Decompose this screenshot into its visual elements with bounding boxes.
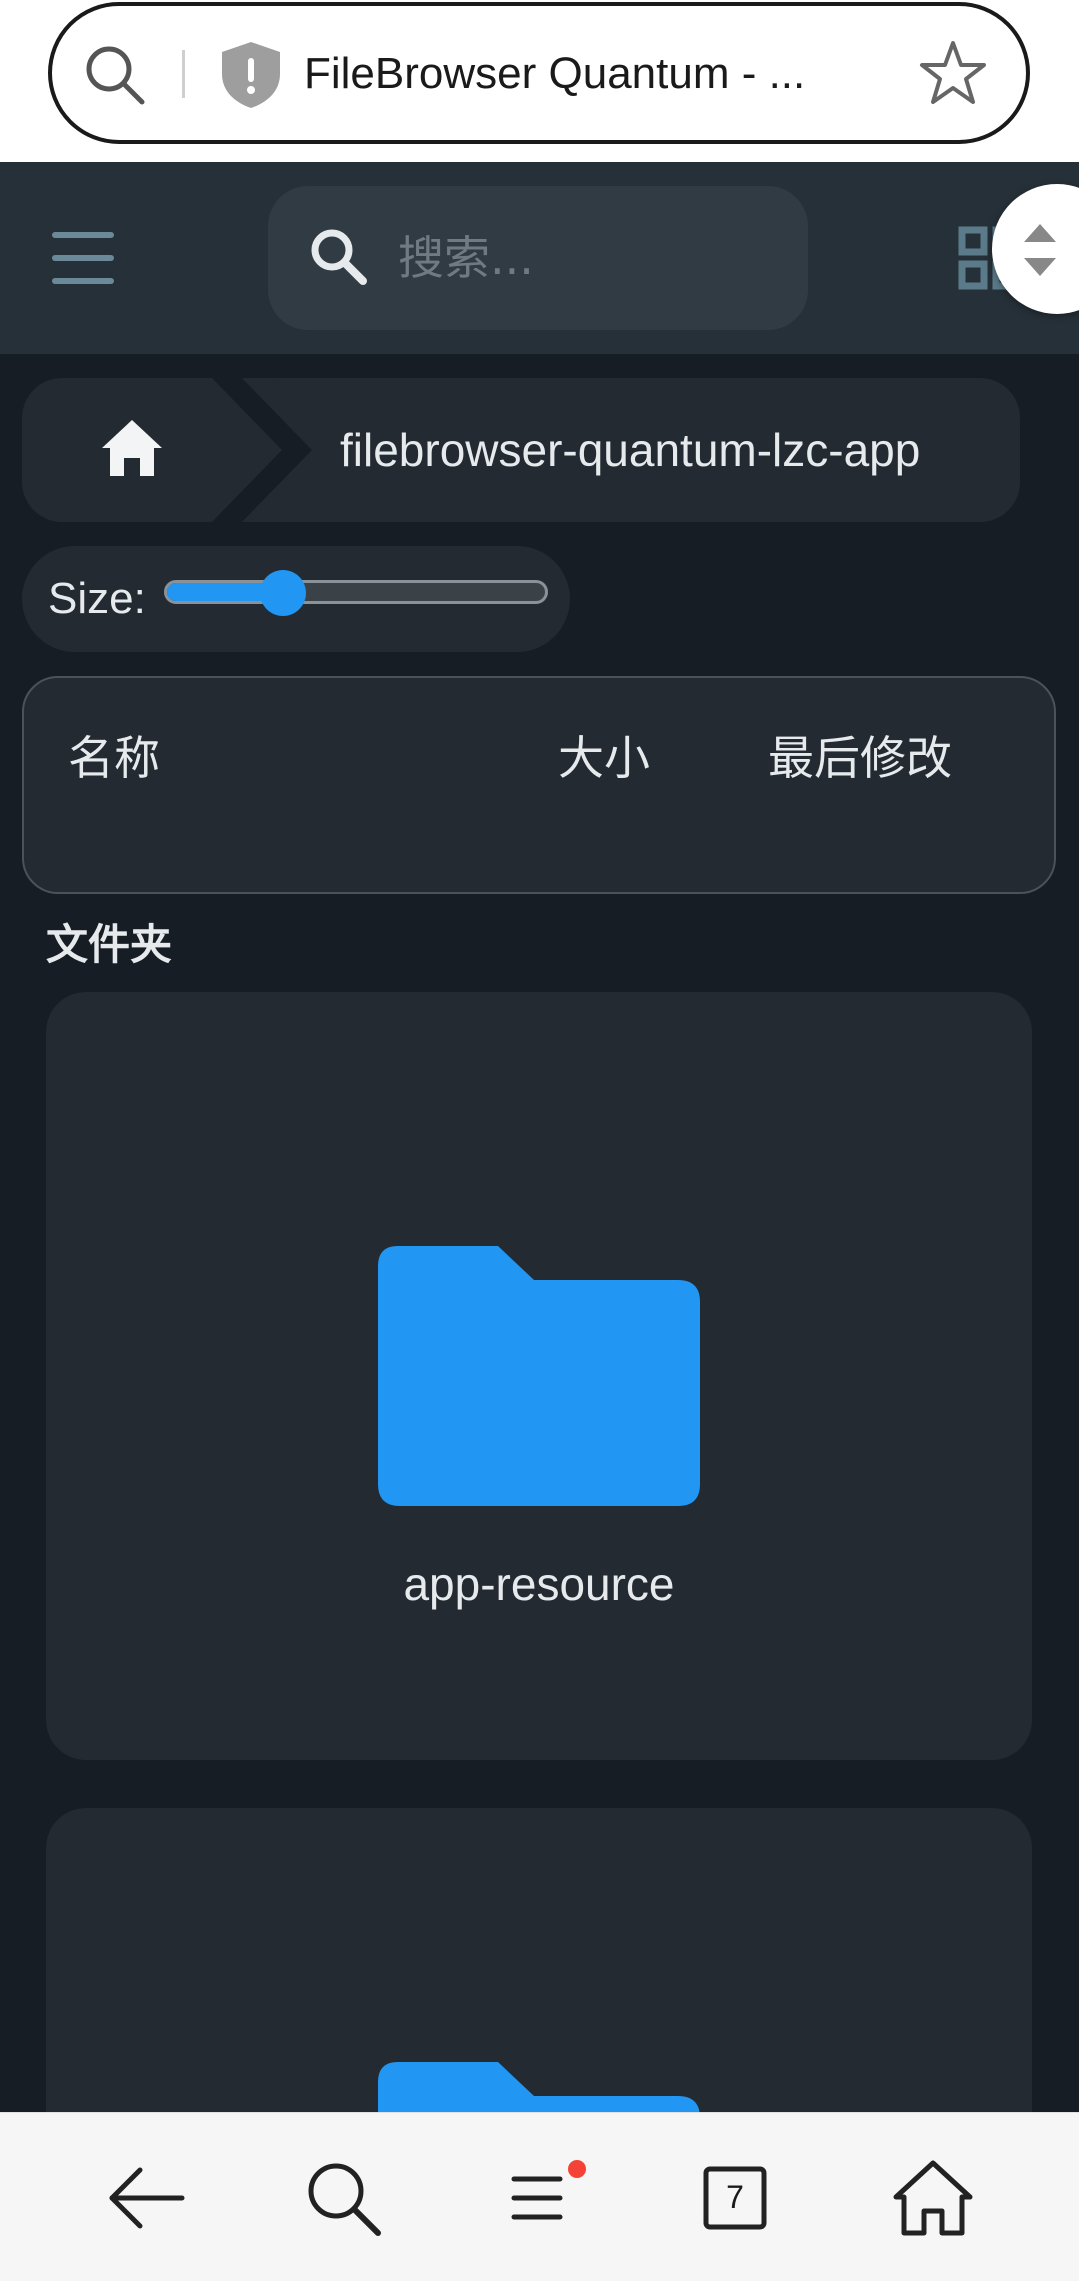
url-search-icon[interactable]: [82, 42, 148, 108]
breadcrumb-current-folder[interactable]: filebrowser-quantum-lzc-app: [340, 418, 920, 482]
size-slider-thumb[interactable]: [260, 570, 307, 616]
breadcrumb-home[interactable]: [22, 378, 232, 522]
list-header: 名称 大小 最后修改: [22, 676, 1056, 894]
tabs-count: 7: [726, 2179, 744, 2215]
search-icon[interactable]: [298, 2153, 388, 2243]
shield-warning-icon[interactable]: [218, 40, 284, 110]
column-name-header[interactable]: 名称: [68, 728, 160, 788]
folders-section-title: 文件夹: [46, 920, 173, 969]
column-size-header[interactable]: 大小: [558, 728, 650, 788]
arrow-left-icon[interactable]: [102, 2153, 192, 2243]
notification-dot: [568, 2160, 586, 2178]
folder-icon: [378, 1246, 700, 1506]
breadcrumb: filebrowser-quantum-lzc-app: [22, 378, 1020, 522]
breadcrumb-separator: [212, 378, 332, 522]
url-pill[interactable]: FileBrowser Quantum - ...: [48, 2, 1030, 144]
search-box[interactable]: 搜索...: [268, 186, 808, 330]
search-input[interactable]: 搜索...: [398, 226, 534, 290]
column-modified-header[interactable]: 最后修改: [768, 728, 952, 788]
folder-name: app-resource: [403, 1558, 675, 1610]
size-label: Size:: [48, 574, 146, 623]
size-control: Size:: [22, 546, 570, 652]
hamburger-menu-icon[interactable]: [52, 232, 114, 284]
page: FileBrowser Quantum - ... 搜索... filebrow…: [0, 0, 1079, 2281]
home-icon[interactable]: [888, 2153, 978, 2243]
star-icon[interactable]: [918, 38, 988, 108]
search-icon: [311, 229, 367, 285]
browser-bottom-nav: [0, 2112, 1079, 2281]
folder-item[interactable]: app-resource: [46, 992, 1032, 1760]
url-divider: [182, 50, 185, 98]
size-slider-track[interactable]: [164, 580, 548, 604]
home-icon: [102, 420, 162, 476]
browser-address-bar: FileBrowser Quantum - ...: [0, 0, 1079, 162]
tab-title[interactable]: FileBrowser Quantum - ...: [304, 44, 904, 104]
